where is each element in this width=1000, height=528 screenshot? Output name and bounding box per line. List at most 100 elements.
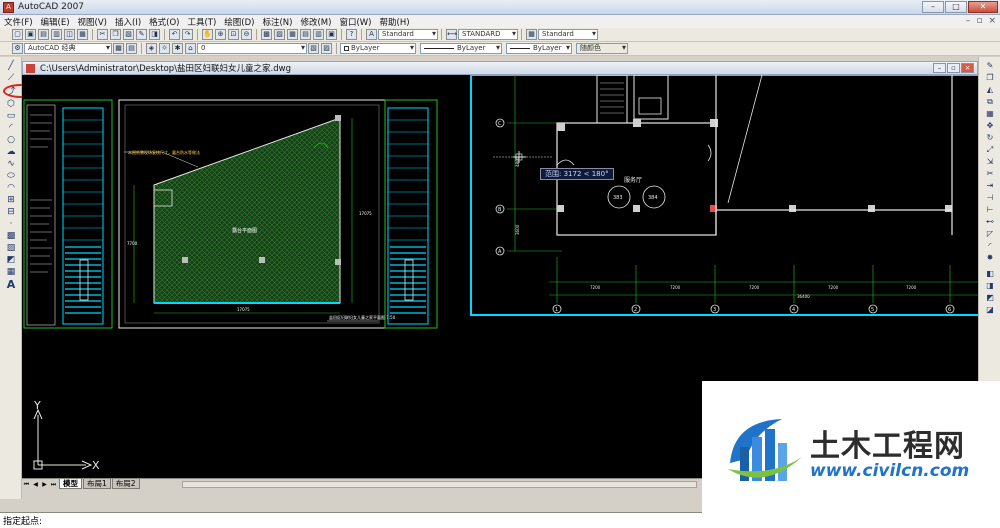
region-icon[interactable]: ◩	[5, 255, 17, 265]
menu-window[interactable]: 窗口(W)	[335, 16, 375, 28]
zoom-realtime-icon[interactable]: ⊕	[215, 29, 226, 40]
menu-modify[interactable]: 修改(M)	[296, 16, 335, 28]
open-icon[interactable]: ▣	[25, 29, 36, 40]
sheet-set-icon[interactable]: ▤	[300, 29, 311, 40]
rotate-icon[interactable]: ↻	[984, 133, 996, 142]
menu-draw[interactable]: 绘图(D)	[220, 16, 258, 28]
trim-icon[interactable]: ✂	[984, 169, 996, 178]
menu-edit[interactable]: 编辑(E)	[37, 16, 74, 28]
next-tab-icon[interactable]: ▶	[40, 480, 49, 489]
gradient-icon[interactable]: ▨	[5, 243, 17, 253]
circle-icon[interactable]: ○	[5, 135, 17, 145]
table-style-select[interactable]: Standard	[538, 29, 598, 40]
plot-style-select[interactable]: 随颜色	[576, 43, 628, 54]
lineweight-select[interactable]: ByLayer	[506, 43, 572, 54]
fillet-icon[interactable]: ◜	[984, 241, 996, 250]
menu-format[interactable]: 格式(O)	[145, 16, 183, 28]
save-icon[interactable]: ▤	[38, 29, 49, 40]
polygon-icon[interactable]: ⬡	[5, 99, 17, 109]
doc-close-icon[interactable]: ×	[988, 15, 996, 28]
array-icon[interactable]: ▦	[984, 109, 996, 118]
first-tab-icon[interactable]: ⏮	[22, 480, 31, 489]
undo-icon[interactable]: ↶	[169, 29, 180, 40]
color-select[interactable]: ByLayer	[340, 43, 416, 54]
plot-icon[interactable]: ▥	[51, 29, 62, 40]
new-icon[interactable]: ▢	[12, 29, 23, 40]
layer-properties-icon[interactable]: ◈	[146, 43, 157, 54]
ellipse-arc-icon[interactable]: ◠	[5, 183, 17, 193]
multiline-text-icon[interactable]: A	[5, 279, 17, 290]
maximize-button[interactable]: □	[945, 1, 967, 13]
drawing-close-button[interactable]: ×	[961, 63, 974, 73]
properties-icon[interactable]: ▩	[261, 29, 272, 40]
linetype-select[interactable]: ByLayer	[420, 43, 502, 54]
send-back-icon[interactable]: ◩	[984, 293, 996, 302]
bring-front-icon[interactable]: ◨	[984, 281, 996, 290]
draw-order-icon[interactable]: ◧	[984, 269, 996, 278]
drawing-restore-button[interactable]: ▫	[947, 63, 960, 73]
tab-layout1[interactable]: 布局1	[83, 479, 111, 489]
publish-icon[interactable]: ▦	[77, 29, 88, 40]
doc-minimize-icon[interactable]: –	[966, 15, 971, 28]
help-icon[interactable]: ?	[346, 29, 357, 40]
table-icon[interactable]: ▦	[5, 267, 17, 277]
tool-palettes-icon[interactable]: ▦	[287, 29, 298, 40]
make-block-icon[interactable]: ⊟	[5, 207, 17, 217]
copy-icon[interactable]: ❐	[110, 29, 121, 40]
pan-icon[interactable]: ✋	[202, 29, 213, 40]
move-icon[interactable]: ✥	[984, 121, 996, 130]
last-tab-icon[interactable]: ⏭	[49, 480, 58, 489]
markup-icon[interactable]: ▥	[313, 29, 324, 40]
design-center-icon[interactable]: ▨	[274, 29, 285, 40]
block-editor-icon[interactable]: ◨	[149, 29, 160, 40]
mirror-icon[interactable]: ◭	[984, 85, 996, 94]
command-line[interactable]: 指定起点:	[0, 512, 702, 528]
workspace-select[interactable]: AutoCAD 经典	[24, 43, 112, 54]
break-icon[interactable]: ⊢	[984, 205, 996, 214]
line-icon[interactable]: ╱	[5, 61, 17, 71]
scale-icon[interactable]: ⤢	[984, 145, 996, 154]
make-current-layer-icon[interactable]: ▧	[308, 43, 319, 54]
close-button[interactable]: ✕	[968, 1, 998, 13]
doc-restore-icon[interactable]: ▫	[976, 15, 982, 28]
prev-tab-icon[interactable]: ◀	[31, 480, 40, 489]
cut-icon[interactable]: ✂	[97, 29, 108, 40]
autocad-app-icon[interactable]: A	[3, 1, 14, 13]
menu-view[interactable]: 视图(V)	[74, 16, 111, 28]
table-style-icon[interactable]: ▦	[526, 29, 537, 40]
arc-icon[interactable]: ◜	[5, 123, 17, 133]
text-style-select[interactable]: Standard	[378, 29, 438, 40]
ellipse-icon[interactable]: ⬭	[5, 171, 17, 181]
point-icon[interactable]: ·	[5, 219, 17, 229]
tab-model[interactable]: 模型	[59, 479, 82, 489]
menu-file[interactable]: 文件(F)	[0, 16, 37, 28]
erase-icon[interactable]: ✎	[984, 61, 996, 70]
minimize-button[interactable]: –	[922, 1, 944, 13]
extend-icon[interactable]: ⇥	[984, 181, 996, 190]
horizontal-scrollbar[interactable]	[182, 481, 697, 488]
menu-help[interactable]: 帮助(H)	[376, 16, 414, 28]
dim-style-select[interactable]: STANDARD	[458, 29, 518, 40]
preview-icon[interactable]: ◫	[64, 29, 75, 40]
join-icon[interactable]: ⊷	[984, 217, 996, 226]
layer-select[interactable]: 0	[197, 43, 307, 54]
text-style-icon[interactable]: A	[366, 29, 377, 40]
layer-previous-icon[interactable]: ▨	[321, 43, 332, 54]
layer-lock-icon[interactable]: ⌂	[185, 43, 196, 54]
tab-layout2[interactable]: 布局2	[111, 479, 140, 489]
revision-cloud-icon[interactable]: ☁	[5, 147, 17, 157]
offset-icon[interactable]: ⧉	[984, 97, 996, 106]
menu-dimension[interactable]: 标注(N)	[258, 16, 296, 28]
copy-object-icon[interactable]: ❐	[984, 73, 996, 82]
drawing-minimize-button[interactable]: –	[933, 63, 946, 73]
chamfer-icon[interactable]: ◸	[984, 229, 996, 238]
bring-above-icon[interactable]: ◪	[984, 305, 996, 314]
stretch-icon[interactable]: ⇲	[984, 157, 996, 166]
zoom-window-icon[interactable]: ⊡	[228, 29, 239, 40]
workspace-icon[interactable]: ⚙	[12, 43, 23, 54]
break-at-point-icon[interactable]: ⊣	[984, 193, 996, 202]
hatch-icon[interactable]: ▩	[5, 231, 17, 241]
dim-style-icon[interactable]: ⟷	[446, 29, 457, 40]
menu-tools[interactable]: 工具(T)	[183, 16, 220, 28]
insert-block-icon[interactable]: ⊞	[5, 195, 17, 205]
